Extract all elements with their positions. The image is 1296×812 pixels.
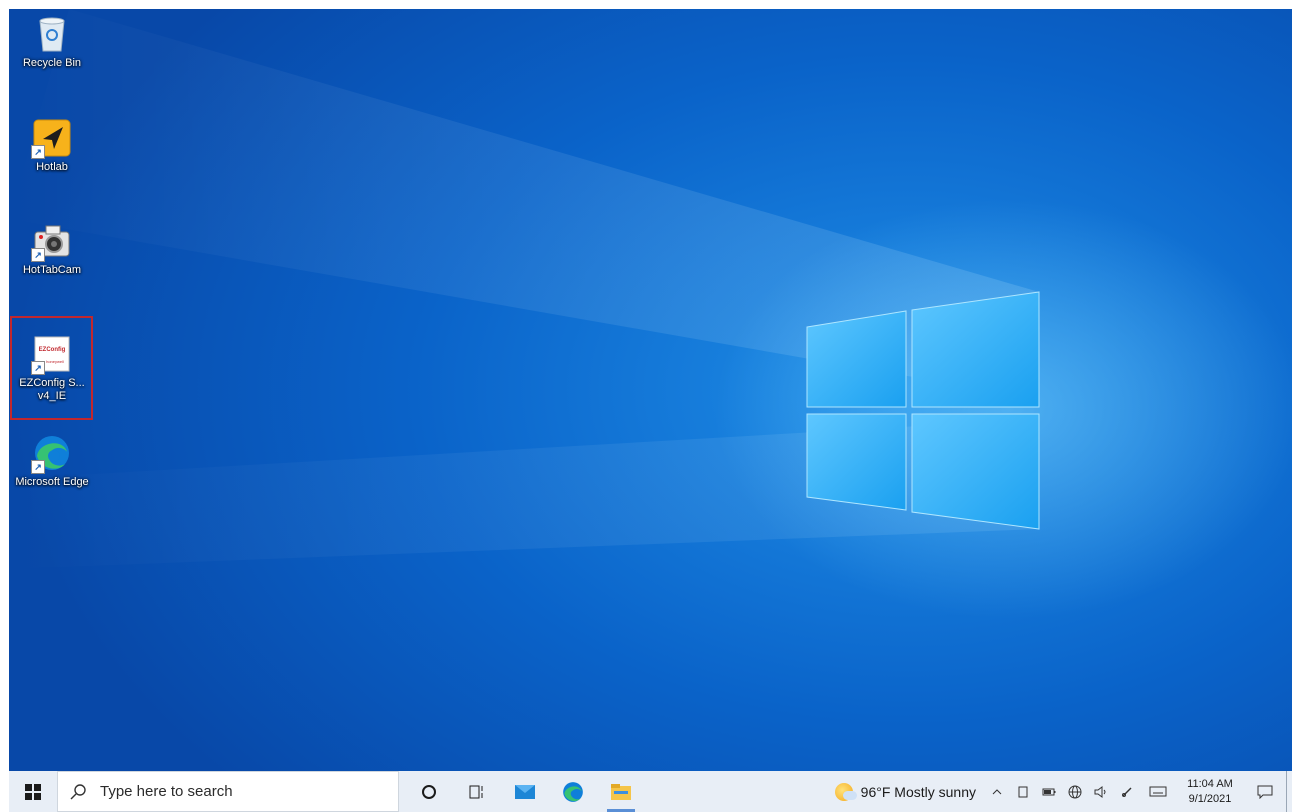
file-explorer-icon [611, 783, 631, 800]
chevron-up-icon[interactable] [984, 771, 1010, 812]
shortcut-arrow-icon: ↗ [31, 248, 45, 262]
windows-start-icon [25, 783, 41, 800]
taskbar: Type here to search 96°F Mostly sunny 11… [9, 771, 1292, 812]
ezconfig-icon-subtext: honeywell [46, 359, 64, 364]
weather-sun-icon [834, 782, 857, 801]
hotlab-icon: ↗ [31, 119, 71, 159]
ezconfig-icon-text: EZConfig [39, 347, 66, 353]
show-desktop-button[interactable] [1286, 771, 1292, 812]
mail-icon [515, 784, 535, 799]
recycle-bin-icon [33, 15, 71, 53]
desktop-icon-label: Recycle Bin [22, 57, 82, 69]
desktop-icon-label: EZConfig S... v4_IE [19, 377, 85, 402]
desktop-icon-ezconfig[interactable]: EZConfig honeywell ↗ EZConfig S... v4_IE [12, 335, 92, 403]
desktop-icon-edge[interactable]: ↗ Microsoft Edge [12, 434, 92, 489]
start-button[interactable] [9, 771, 57, 812]
desktop-icon-hotlab[interactable]: ↗ Hotlab [12, 119, 92, 174]
desktop-icon-label: Hotlab [36, 161, 68, 173]
battery-icon[interactable] [1036, 771, 1062, 812]
screen: Recycle Bin ↗ Hotlab ↗ HotTabCam EZConfi… [9, 9, 1292, 812]
weather-temp: 96°F [860, 783, 891, 800]
tablet-icon[interactable] [1010, 771, 1036, 812]
system-tray: 11:04 AM 9/1/2021 [984, 771, 1292, 812]
search-placeholder: Type here to search [100, 783, 233, 800]
search-icon [70, 783, 86, 799]
camera-icon: ↗ [31, 222, 71, 262]
mail-button[interactable] [501, 771, 549, 812]
weather-widget[interactable]: 96°F Mostly sunny [827, 771, 984, 812]
task-view-button[interactable] [453, 771, 501, 812]
keyboard-icon[interactable] [1140, 771, 1176, 812]
cortana-button[interactable] [405, 771, 453, 812]
notification-button[interactable] [1244, 771, 1286, 812]
weather-condition: Mostly sunny [894, 783, 976, 800]
clock-time: 11:04 AM [1187, 777, 1233, 790]
desktop-icon-label: Microsoft Edge [15, 476, 89, 488]
pen-icon[interactable] [1114, 771, 1140, 812]
clock[interactable]: 11:04 AM 9/1/2021 [1176, 777, 1244, 807]
shortcut-arrow-icon: ↗ [31, 145, 45, 159]
clock-date: 9/1/2021 [1188, 792, 1232, 805]
edge-icon: ↗ [31, 434, 71, 474]
desktop-background[interactable]: Recycle Bin ↗ Hotlab ↗ HotTabCam EZConfi… [9, 9, 1292, 771]
notification-icon [1257, 785, 1273, 799]
shortcut-arrow-icon: ↗ [31, 361, 45, 375]
shortcut-arrow-icon: ↗ [31, 460, 45, 474]
file-explorer-button[interactable] [597, 771, 645, 812]
edge-icon [563, 781, 583, 802]
cortana-icon [422, 784, 436, 799]
taskbar-search-box[interactable]: Type here to search [57, 771, 399, 812]
desktop-icon-hottabcam[interactable]: ↗ HotTabCam [12, 222, 92, 277]
windows-logo-light [9, 9, 1040, 569]
volume-icon[interactable] [1088, 771, 1114, 812]
network-icon[interactable] [1062, 771, 1088, 812]
desktop-icon-recycle-bin[interactable]: Recycle Bin [12, 15, 92, 70]
ezconfig-icon: EZConfig honeywell ↗ [31, 335, 71, 375]
edge-taskbar-button[interactable] [549, 771, 597, 812]
task-view-icon [469, 785, 483, 798]
desktop-icon-label: HotTabCam [22, 264, 82, 276]
